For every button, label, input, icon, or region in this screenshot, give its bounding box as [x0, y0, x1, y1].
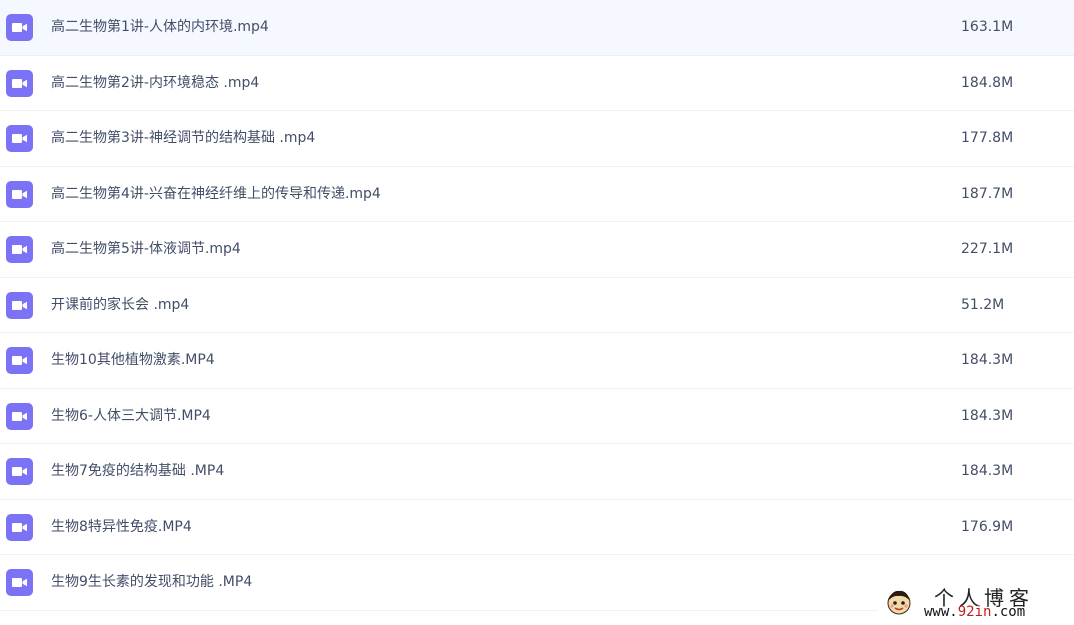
file-row[interactable]: 高二生物第1讲-人体的内环境.mp4 163.1M — [0, 0, 1074, 56]
file-name[interactable]: 高二生物第5讲-体液调节.mp4 — [51, 222, 241, 277]
file-name[interactable]: 生物9生长素的发现和功能 .MP4 — [51, 555, 252, 610]
file-row[interactable]: 生物10其他植物激素.MP4 184.3M — [0, 333, 1074, 389]
file-size: 227.1M — [961, 241, 1014, 257]
video-file-icon — [6, 236, 33, 263]
file-row[interactable]: 高二生物第5讲-体液调节.mp4 227.1M — [0, 222, 1074, 278]
watermark-url-accent: 92in — [957, 604, 992, 620]
file-name[interactable]: 高二生物第3讲-神经调节的结构基础 .mp4 — [51, 111, 315, 166]
file-row[interactable]: 开课前的家长会 .mp4 51.2M — [0, 278, 1074, 333]
video-file-icon — [6, 69, 33, 97]
site-watermark: 个人博客 www.92in.com — [878, 582, 1074, 625]
file-name[interactable]: 高二生物第1讲-人体的内环境.mp4 — [51, 0, 269, 55]
file-row[interactable]: 高二生物第3讲-神经调节的结构基础 .mp4 177.8M — [0, 111, 1074, 167]
file-size: 184.3M — [961, 463, 1014, 479]
file-size: 184.3M — [961, 407, 1014, 424]
video-file-icon — [6, 291, 33, 319]
watermark-url-suffix: .com — [991, 604, 1026, 620]
file-row[interactable]: 生物8特异性免疫.MP4 176.9M — [0, 500, 1074, 555]
cartoon-avatar-icon — [884, 587, 914, 617]
file-name[interactable]: 开课前的家长会 .mp4 — [51, 278, 189, 333]
video-file-icon — [6, 402, 33, 430]
file-size: 163.1M — [961, 19, 1014, 35]
file-size: 177.8M — [961, 130, 1014, 146]
file-size: 184.3M — [961, 352, 1014, 368]
video-file-icon — [6, 125, 33, 152]
video-file-icon — [6, 513, 33, 541]
file-size: 176.9M — [961, 518, 1014, 535]
file-name[interactable]: 高二生物第4讲-兴奋在神经纤维上的传导和传递.mp4 — [51, 167, 381, 222]
video-file-icon — [6, 458, 33, 485]
file-row[interactable]: 高二生物第4讲-兴奋在神经纤维上的传导和传递.mp4 187.7M — [0, 167, 1074, 222]
file-size: 187.7M — [961, 185, 1014, 202]
file-row[interactable]: 生物6-人体三大调节.MP4 184.3M — [0, 389, 1074, 444]
file-name[interactable]: 生物6-人体三大调节.MP4 — [51, 389, 211, 444]
file-row[interactable]: 生物7免疫的结构基础 .MP4 184.3M — [0, 444, 1074, 500]
video-file-icon — [6, 14, 33, 41]
video-file-icon — [6, 569, 33, 596]
video-file-icon — [6, 347, 33, 374]
file-row[interactable]: 高二生物第2讲-内环境稳态 .mp4 184.8M — [0, 56, 1074, 111]
video-file-icon — [6, 180, 33, 208]
watermark-url-prefix: www. — [924, 604, 958, 620]
watermark-url: www.92in.com — [924, 604, 1025, 620]
file-name[interactable]: 高二生物第2讲-内环境稳态 .mp4 — [51, 56, 259, 111]
file-size: 184.8M — [961, 74, 1014, 91]
file-list: 高二生物第1讲-人体的内环境.mp4 163.1M 高二生物第2讲-内环境稳态 … — [0, 0, 1074, 611]
file-size: 51.2M — [961, 296, 1005, 313]
file-name[interactable]: 生物8特异性免疫.MP4 — [51, 500, 192, 555]
file-name[interactable]: 生物10其他植物激素.MP4 — [51, 333, 215, 388]
file-name[interactable]: 生物7免疫的结构基础 .MP4 — [51, 444, 224, 499]
